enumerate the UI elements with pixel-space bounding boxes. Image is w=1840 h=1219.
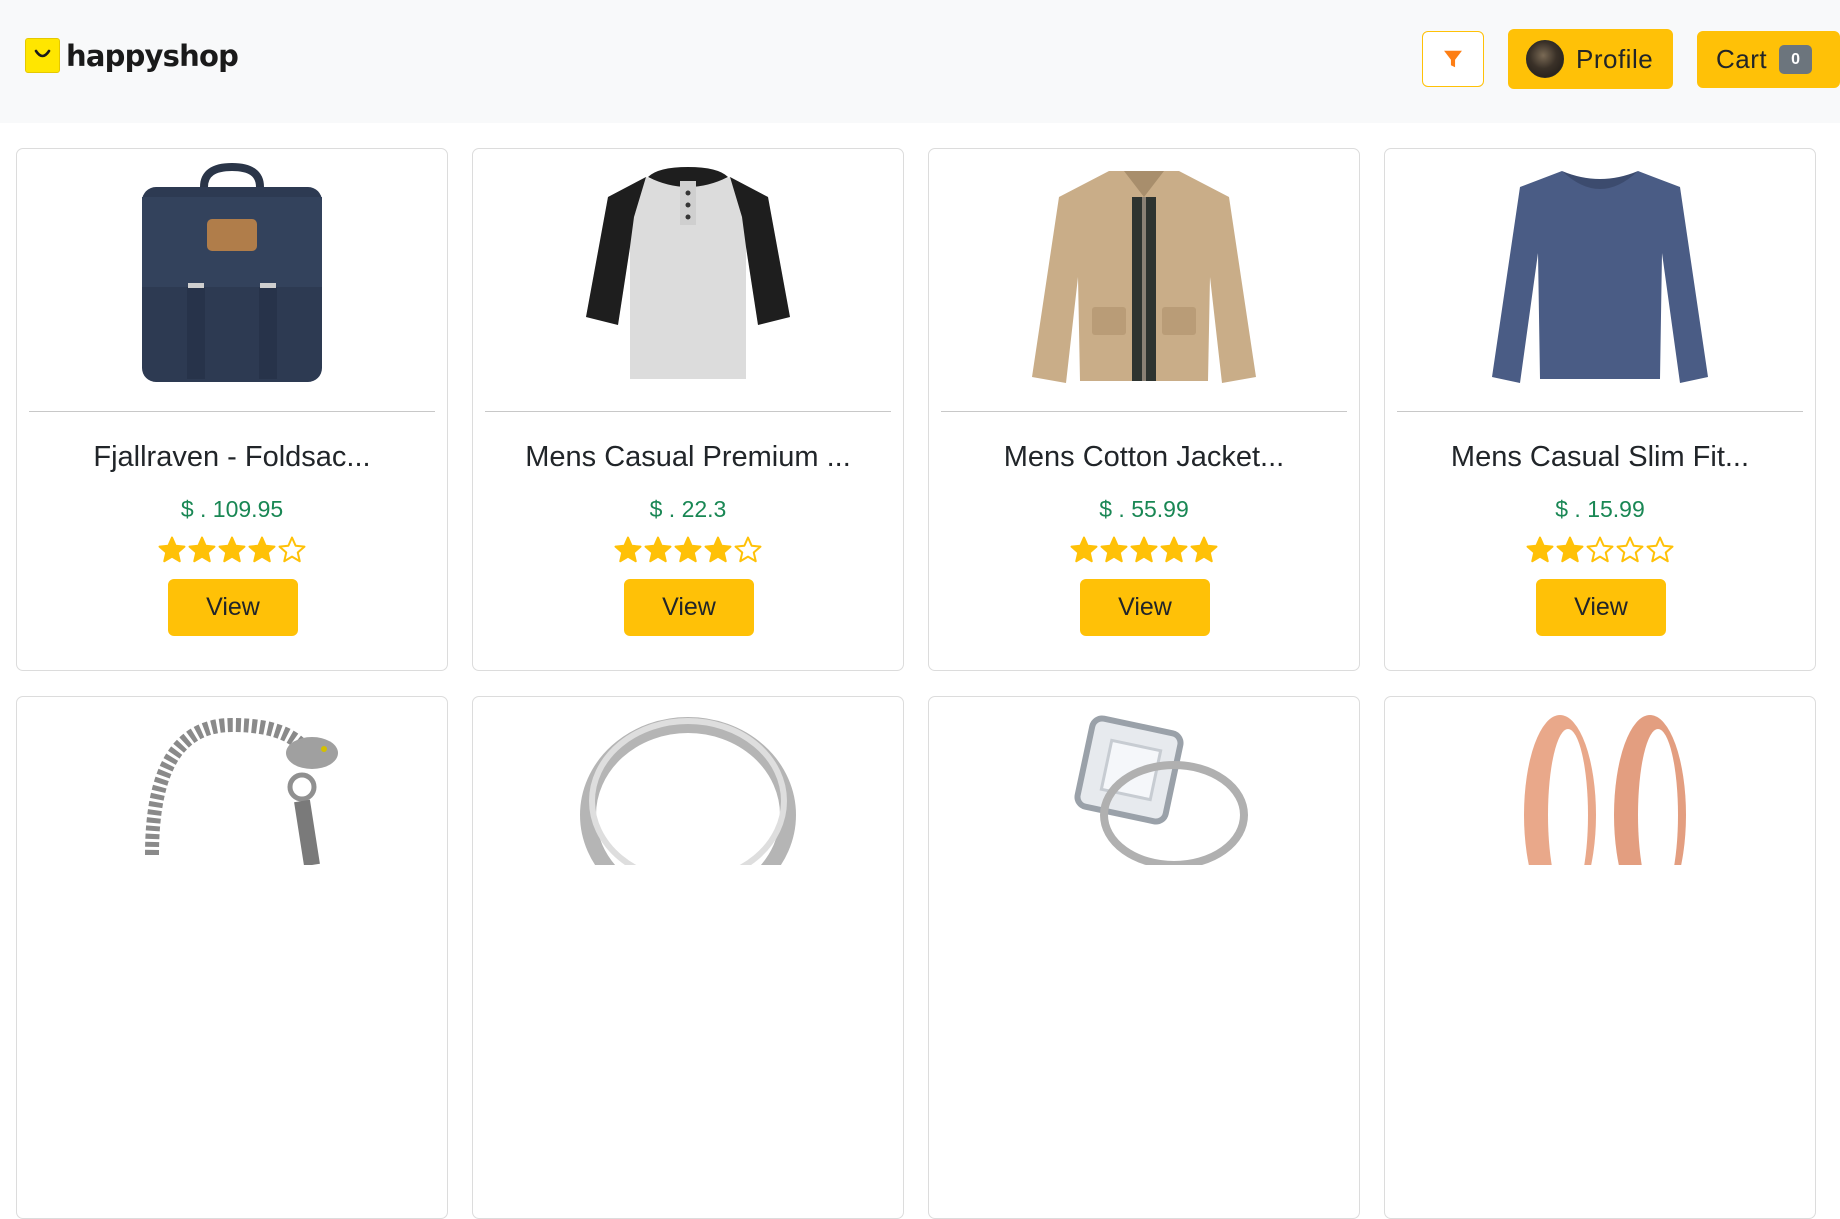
divider <box>941 411 1347 412</box>
star-empty-icon <box>734 536 762 563</box>
rating-stars <box>1385 535 1815 565</box>
product-card: Mens Casual Premium ... $ . 22.3 View <box>472 148 904 671</box>
star-filled-icon <box>1130 536 1158 563</box>
rose-gold-tunnels-image[interactable] <box>1385 705 1815 937</box>
star-filled-icon <box>158 536 186 563</box>
blue-longsleeve-image[interactable] <box>1385 157 1815 389</box>
product-price: $ . 15.99 <box>1555 496 1645 522</box>
star-filled-icon <box>704 536 732 563</box>
star-filled-icon <box>218 536 246 563</box>
product-card: Mens Casual Slim Fit... $ . 15.99 View <box>1384 148 1816 671</box>
star-filled-icon <box>1190 536 1218 563</box>
product-card: Mens Cotton Jacket... $ . 55.99 View <box>928 148 1360 671</box>
divider <box>29 411 435 412</box>
star-filled-icon <box>1100 536 1128 563</box>
product-card <box>1384 696 1816 1219</box>
product-price: $ . 109.95 <box>180 496 284 522</box>
raglan-tshirt-image[interactable] <box>473 157 903 389</box>
star-filled-icon <box>644 536 672 563</box>
product-price: $ . 55.99 <box>1099 496 1189 522</box>
divider <box>485 411 891 412</box>
product-title[interactable]: Mens Cotton Jacket... <box>929 441 1359 474</box>
brand[interactable]: happyshop <box>25 38 239 73</box>
avatar <box>1526 40 1564 78</box>
view-button[interactable]: View <box>1080 579 1210 636</box>
star-filled-icon <box>1556 536 1584 563</box>
star-filled-icon <box>248 536 276 563</box>
product-price: $ . 22.3 <box>649 496 727 522</box>
navbar: happyshop Profile Cart 0 <box>0 0 1840 123</box>
khaki-jacket-image[interactable] <box>929 157 1359 389</box>
product-card: Fjallraven - Foldsac... $ . 109.95 View <box>16 148 448 671</box>
filter-icon <box>1444 50 1462 68</box>
profile-label: Profile <box>1576 43 1654 74</box>
product-title[interactable]: Mens Casual Premium ... <box>473 441 903 474</box>
filter-button[interactable] <box>1422 31 1484 87</box>
product-card <box>16 696 448 1219</box>
view-button[interactable]: View <box>168 579 298 636</box>
profile-button[interactable]: Profile <box>1508 29 1673 89</box>
product-card <box>472 696 904 1219</box>
rating-stars <box>17 535 447 565</box>
shopping-bag-smile-icon <box>25 38 60 73</box>
product-title[interactable]: Fjallraven - Foldsac... <box>17 441 447 474</box>
product-title[interactable]: Mens Casual Slim Fit... <box>1385 441 1815 474</box>
cart-count-badge: 0 <box>1779 45 1813 74</box>
diamond-ring-image[interactable] <box>929 705 1359 937</box>
star-filled-icon <box>674 536 702 563</box>
divider <box>1397 411 1803 412</box>
star-filled-icon <box>614 536 642 563</box>
star-empty-icon <box>1646 536 1674 563</box>
star-empty-icon <box>1616 536 1644 563</box>
star-empty-icon <box>1586 536 1614 563</box>
view-button[interactable]: View <box>624 579 754 636</box>
view-button[interactable]: View <box>1536 579 1666 636</box>
cart-button[interactable]: Cart 0 <box>1697 31 1840 88</box>
product-card <box>928 696 1360 1219</box>
silver-ring-image[interactable] <box>473 705 903 937</box>
star-empty-icon <box>278 536 306 563</box>
dragon-bracelet-image[interactable] <box>17 705 447 937</box>
cart-label: Cart <box>1716 44 1768 74</box>
brand-name: happyshop <box>66 38 239 73</box>
rating-stars <box>929 535 1359 565</box>
navy-backpack-image[interactable] <box>17 157 447 389</box>
rating-stars <box>473 535 903 565</box>
star-filled-icon <box>188 536 216 563</box>
star-filled-icon <box>1160 536 1188 563</box>
star-filled-icon <box>1070 536 1098 563</box>
star-filled-icon <box>1526 536 1554 563</box>
